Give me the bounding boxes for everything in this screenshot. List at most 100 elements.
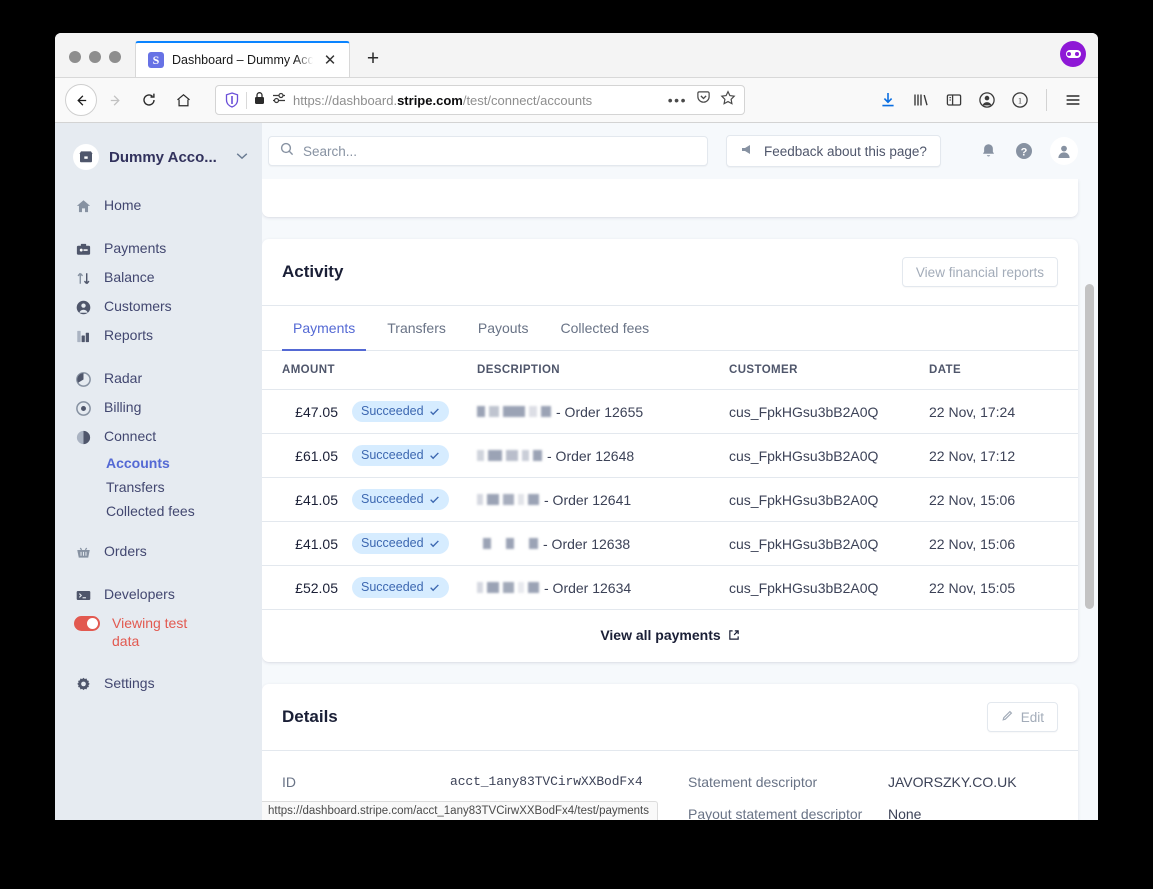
view-financial-reports-button[interactable]: View financial reports <box>901 257 1058 287</box>
sidebar-item-label: Balance <box>104 269 155 285</box>
sidebar-item-balance[interactable]: Balance <box>55 263 262 292</box>
sidebar-item-label: Connect <box>104 428 157 444</box>
tab-payments[interactable]: Payments <box>282 306 367 351</box>
megaphone-icon <box>740 143 755 159</box>
ellipsis-icon[interactable]: ••• <box>668 93 687 107</box>
svg-text:?: ? <box>1021 146 1028 158</box>
details-title: Details <box>282 707 338 726</box>
forward-arrow-icon[interactable] <box>99 84 131 116</box>
sidebar-icon[interactable] <box>943 89 965 111</box>
scroll-area: £93.50 £93.50 £0.00 £0.00 Activity View … <box>262 179 1098 820</box>
balance-value: £93.50 <box>282 179 510 182</box>
sidebar-item-settings[interactable]: Settings <box>55 669 262 698</box>
url-text: https://dashboard.stripe.com/test/connec… <box>293 92 593 108</box>
table-row[interactable]: £47.05 Succeeded - Order 12655 cus_FpkHG… <box>262 389 1078 434</box>
sidebar-item-label: Developers <box>104 586 175 602</box>
reload-icon[interactable] <box>133 84 165 116</box>
sidebar-item-label: Payments <box>104 240 167 256</box>
stripe-favicon-icon: S <box>148 52 164 68</box>
payment-amount: £41.05 <box>295 491 338 508</box>
star-icon[interactable] <box>720 89 736 111</box>
status-badge: Succeeded <box>352 401 449 422</box>
toggle-switch-icon[interactable] <box>74 616 100 631</box>
container-icon[interactable]: 1 <box>1009 89 1031 111</box>
page-content: £93.50 £93.50 £0.00 £0.00 Activity View … <box>262 179 1078 820</box>
check-icon <box>429 496 439 504</box>
table-row[interactable]: £61.05 Succeeded - Order 12648 cus_FpkHG… <box>262 433 1078 478</box>
sidebar-item-accounts[interactable]: Accounts <box>55 451 262 475</box>
sidebar-group-settings: Settings <box>55 669 262 698</box>
vertical-scrollbar[interactable] <box>1085 179 1094 820</box>
masked-extension-icon[interactable] <box>1060 41 1086 67</box>
sidebar-item-billing[interactable]: Billing <box>55 393 262 422</box>
sidebar-item-radar[interactable]: Radar <box>55 364 262 393</box>
chevron-down-icon <box>236 151 248 163</box>
gear-icon <box>74 675 92 693</box>
tab-transfers[interactable]: Transfers <box>376 306 457 351</box>
new-tab-button[interactable]: + <box>356 42 390 76</box>
question-circle-icon[interactable]: ? <box>1014 141 1034 161</box>
feedback-button[interactable]: Feedback about this page? <box>726 135 941 167</box>
payment-customer: cus_FpkHGsu3bB2A0Q <box>729 433 929 478</box>
payment-description: - Order 12641 <box>544 491 632 508</box>
sidebar-item-payments[interactable]: Payments <box>55 234 262 263</box>
sidebar-item-orders[interactable]: Orders <box>55 537 262 566</box>
sidebar-item-label: Home <box>104 197 142 213</box>
connect-icon <box>74 428 92 446</box>
permissions-icon[interactable] <box>272 91 286 109</box>
library-icon[interactable] <box>910 89 932 111</box>
tab-collected-fees[interactable]: Collected fees <box>549 306 660 351</box>
search-input[interactable]: Search... <box>268 136 708 166</box>
table-row[interactable]: £41.05 Succeeded <box>262 477 1078 522</box>
top-bar: Search... Feedback about this page? ? <box>262 123 1098 179</box>
view-all-payments-link[interactable]: View all payments <box>600 627 739 643</box>
sidebar-item-collected-fees[interactable]: Collected fees <box>55 499 262 523</box>
sidebar-item-connect[interactable]: Connect <box>55 422 262 451</box>
balance-value: £0.00 <box>720 179 928 182</box>
account-icon[interactable] <box>976 89 998 111</box>
hamburger-menu-icon[interactable] <box>1062 89 1084 111</box>
payment-date: 22 Nov, 17:24 <box>929 389 1078 434</box>
edit-button[interactable]: Edit <box>986 702 1058 732</box>
payment-date: 22 Nov, 17:12 <box>929 433 1078 478</box>
toolbar-divider <box>1046 89 1047 111</box>
payment-description: - Order 12655 <box>556 403 644 420</box>
details-header: Details Edit <box>262 684 1078 751</box>
sidebar-item-reports[interactable]: Reports <box>55 321 262 350</box>
test-mode-toggle[interactable]: Viewing test data <box>55 609 262 655</box>
close-window-button[interactable] <box>69 51 81 63</box>
sidebar-item-label: Radar <box>104 370 143 386</box>
address-bar[interactable]: https://dashboard.stripe.com/test/connec… <box>215 85 745 115</box>
billing-icon <box>74 399 92 417</box>
minimize-window-button[interactable] <box>89 51 101 63</box>
redacted-customer-name <box>477 450 542 461</box>
maximize-window-button[interactable] <box>109 51 121 63</box>
user-avatar-icon[interactable] <box>1050 137 1078 165</box>
top-bar-icons: ? <box>979 137 1078 165</box>
sidebar-item-developers[interactable]: Developers <box>55 580 262 609</box>
table-row[interactable]: £52.05 Succeeded - Order 12634 cus_FpkHG… <box>262 565 1078 610</box>
external-link-icon <box>728 630 739 640</box>
pocket-icon[interactable] <box>696 90 711 110</box>
account-avatar-icon <box>73 144 99 170</box>
home-icon[interactable] <box>167 84 199 116</box>
payment-amount: £47.05 <box>295 403 338 420</box>
sidebar-group-developers: Developers Viewing test data <box>55 580 262 655</box>
sidebar-item-home[interactable]: Home <box>55 191 262 220</box>
back-arrow-icon[interactable] <box>65 84 97 116</box>
sidebar-item-customers[interactable]: Customers <box>55 292 262 321</box>
payment-amount: £52.05 <box>295 579 338 596</box>
balance-value: £93.50 <box>510 179 720 182</box>
detail-value: JAVORSZKY.CO.UK <box>888 774 1017 790</box>
sidebar-item-transfers[interactable]: Transfers <box>55 475 262 499</box>
sidebar-group-primary: Home <box>55 191 262 220</box>
scrollbar-thumb[interactable] <box>1085 284 1094 609</box>
download-icon[interactable] <box>877 89 899 111</box>
shield-icon[interactable] <box>224 92 239 109</box>
bell-icon[interactable] <box>979 142 998 161</box>
account-switcher[interactable]: Dummy Acco... <box>55 137 262 177</box>
close-tab-icon[interactable]: ✕ <box>321 51 339 69</box>
tab-payouts[interactable]: Payouts <box>467 306 540 351</box>
browser-tab[interactable]: S Dashboard – Dummy Account 2 ✕ <box>135 41 350 77</box>
table-row[interactable]: £41.05 Succeeded <box>262 521 1078 566</box>
